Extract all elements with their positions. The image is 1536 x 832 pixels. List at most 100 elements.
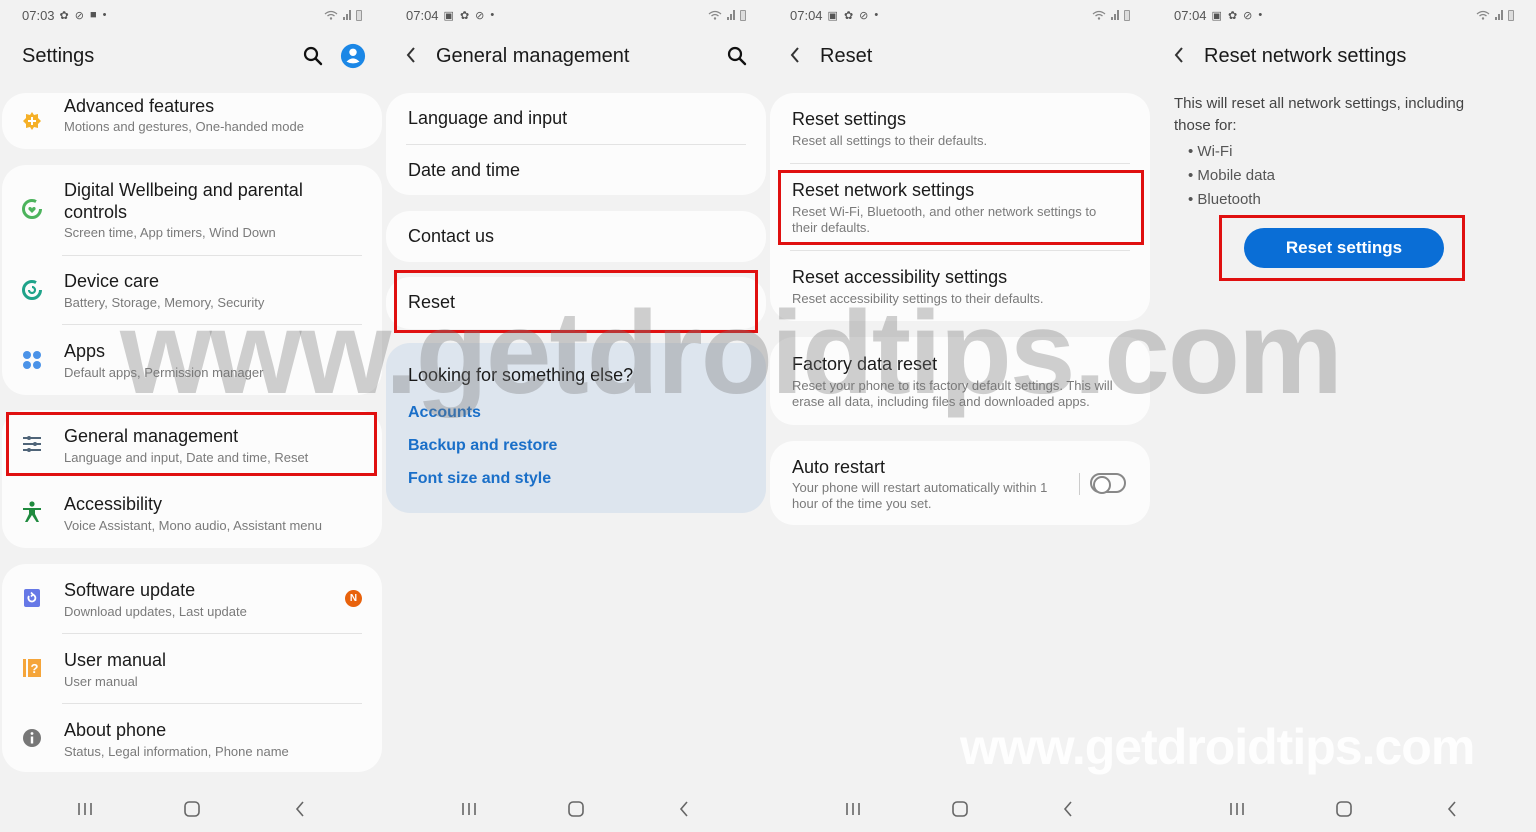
menu-item-language-and-input[interactable]: Language and input: [408, 108, 746, 129]
settings-group: Contact us: [386, 211, 766, 262]
status-time: 07:04: [406, 7, 439, 23]
settings-item-about-phone[interactable]: About phone Status, Legal information, P…: [2, 704, 382, 772]
suggestions-title: Looking for something else?: [408, 365, 634, 385]
menu-item-date-and-time[interactable]: Date and time: [408, 160, 746, 181]
back-arrow-icon[interactable]: [790, 43, 804, 69]
link-notification-icon: ⊘: [859, 9, 869, 22]
battery-icon: [356, 9, 362, 21]
back-arrow-icon[interactable]: [1174, 43, 1188, 69]
item-title: Reset accessibility settings: [792, 267, 1008, 287]
back-button[interactable]: [1437, 796, 1467, 822]
settings-item-advanced-features[interactable]: Advanced features Motions and gestures, …: [2, 93, 382, 149]
item-subtitle: Download updates, Last update: [64, 604, 247, 619]
back-button[interactable]: [669, 796, 699, 822]
info-icon: [20, 726, 44, 750]
bullet-item: • Bluetooth: [1188, 191, 1261, 208]
navigation-bar: [1152, 796, 1536, 822]
home-button[interactable]: [561, 796, 591, 822]
settings-notification-icon: ✿: [459, 9, 470, 22]
wifi-icon: [1476, 10, 1490, 20]
settings-notification-icon: ✿: [59, 9, 69, 22]
item-title: Factory data reset: [792, 354, 938, 374]
link-notification-icon: ⊘: [475, 9, 485, 22]
settings-item-apps[interactable]: Apps Default apps, Permission manager: [2, 325, 382, 395]
link-notification-icon: ⊘: [74, 9, 84, 22]
suggestion-link-accounts[interactable]: Accounts: [408, 404, 481, 422]
wifi-icon: [1092, 10, 1106, 20]
battery-icon: [1508, 9, 1514, 21]
highlight-box: [6, 412, 377, 476]
navigation-bar: [768, 796, 1152, 822]
recents-button[interactable]: [70, 796, 100, 822]
settings-notification-icon: ✿: [1227, 9, 1238, 22]
item-title: User manual: [64, 650, 167, 670]
svg-text:?: ?: [31, 661, 39, 676]
app-bar: Settings: [22, 40, 366, 72]
signal-icon: [1495, 10, 1503, 20]
bullet-text: Bluetooth: [1197, 191, 1261, 208]
device-care-icon: [20, 278, 44, 302]
settings-item-accessibility[interactable]: Accessibility Voice Assistant, Mono audi…: [2, 478, 382, 548]
back-arrow-icon[interactable]: [406, 43, 420, 69]
suggestions-card: Looking for something else? Accounts Bac…: [386, 343, 766, 513]
item-subtitle: Default apps, Permission manager: [64, 365, 264, 380]
settings-item-user-manual[interactable]: ? User manual User manual: [2, 634, 382, 703]
menu-item-reset-accessibility-settings[interactable]: Reset accessibility settings Reset acces…: [770, 251, 1150, 321]
dot-icon: •: [874, 9, 879, 21]
settings-item-software-update[interactable]: Software update Download updates, Last u…: [2, 564, 382, 633]
divider: [1079, 473, 1080, 495]
home-button[interactable]: [945, 796, 975, 822]
search-icon[interactable]: [300, 43, 326, 69]
settings-item-digital-wellbeing[interactable]: Digital Wellbeing and parental controls …: [2, 165, 382, 255]
item-subtitle: User manual: [64, 674, 138, 689]
home-button[interactable]: [1329, 796, 1359, 822]
highlight-box: [394, 270, 758, 333]
settings-group: Advanced features Motions and gestures, …: [2, 93, 382, 149]
bullet-text: Mobile data: [1197, 167, 1275, 184]
recents-button[interactable]: [454, 796, 484, 822]
reset-network-settings-screen: 07:04 ▣ ✿ ⊘ • Reset network settings Thi…: [1152, 0, 1536, 832]
item-title: Software update: [64, 580, 196, 600]
general-management-screen: 07:04 ▣ ✿ ⊘ • General management Languag…: [384, 0, 768, 832]
item-title: Apps: [64, 341, 106, 361]
gallery-notification-icon: ▣: [443, 9, 454, 22]
wifi-icon: [708, 10, 722, 20]
recents-button[interactable]: [1222, 796, 1252, 822]
item-title: About phone: [64, 720, 167, 740]
menu-item-reset-settings[interactable]: Reset settings Reset all settings to the…: [770, 93, 1150, 163]
recents-button[interactable]: [838, 796, 868, 822]
home-button[interactable]: [177, 796, 207, 822]
auto-restart-toggle[interactable]: [1090, 473, 1126, 494]
item-title: Device care: [64, 271, 160, 291]
page-title: Settings: [22, 44, 95, 67]
bullet-text: Wi-Fi: [1197, 143, 1233, 160]
status-bar: 07:04 ▣ ✿ ⊘ •: [1174, 6, 1514, 24]
settings-group: Language and input Date and time: [386, 93, 766, 195]
highlight-box: [1219, 215, 1465, 281]
menu-item-auto-restart[interactable]: Auto restart Your phone will restart aut…: [770, 441, 1150, 525]
item-subtitle: Your phone will restart automatically wi…: [792, 480, 1048, 511]
suggestion-link-font-size-and-style[interactable]: Font size and style: [408, 470, 551, 488]
menu-item-factory-data-reset[interactable]: Factory data reset Reset your phone to i…: [770, 337, 1150, 425]
menu-item-contact-us[interactable]: Contact us: [408, 226, 746, 247]
signal-icon: [343, 10, 351, 20]
battery-icon: [740, 9, 746, 21]
bag-notification-icon: ■: [89, 9, 97, 21]
account-avatar-icon[interactable]: [340, 43, 366, 69]
suggestion-link-backup-and-restore[interactable]: Backup and restore: [408, 437, 557, 455]
wifi-icon: [324, 10, 338, 20]
search-icon[interactable]: [724, 43, 750, 69]
app-bar: Reset: [790, 40, 1134, 72]
back-button[interactable]: [285, 796, 315, 822]
settings-group: Auto restart Your phone will restart aut…: [770, 441, 1150, 525]
item-subtitle: Reset all settings to their defaults.: [792, 133, 988, 148]
page-title: Reset: [820, 44, 873, 67]
back-button[interactable]: [1053, 796, 1083, 822]
item-subtitle: Battery, Storage, Memory, Security: [64, 295, 265, 310]
settings-item-device-care[interactable]: Device care Battery, Storage, Memory, Se…: [2, 256, 382, 324]
software-update-icon: [20, 586, 44, 610]
settings-group: Factory data reset Reset your phone to i…: [770, 337, 1150, 425]
user-manual-icon: ?: [20, 656, 44, 680]
status-time: 07:04: [790, 7, 823, 23]
dot-icon: •: [490, 9, 495, 21]
